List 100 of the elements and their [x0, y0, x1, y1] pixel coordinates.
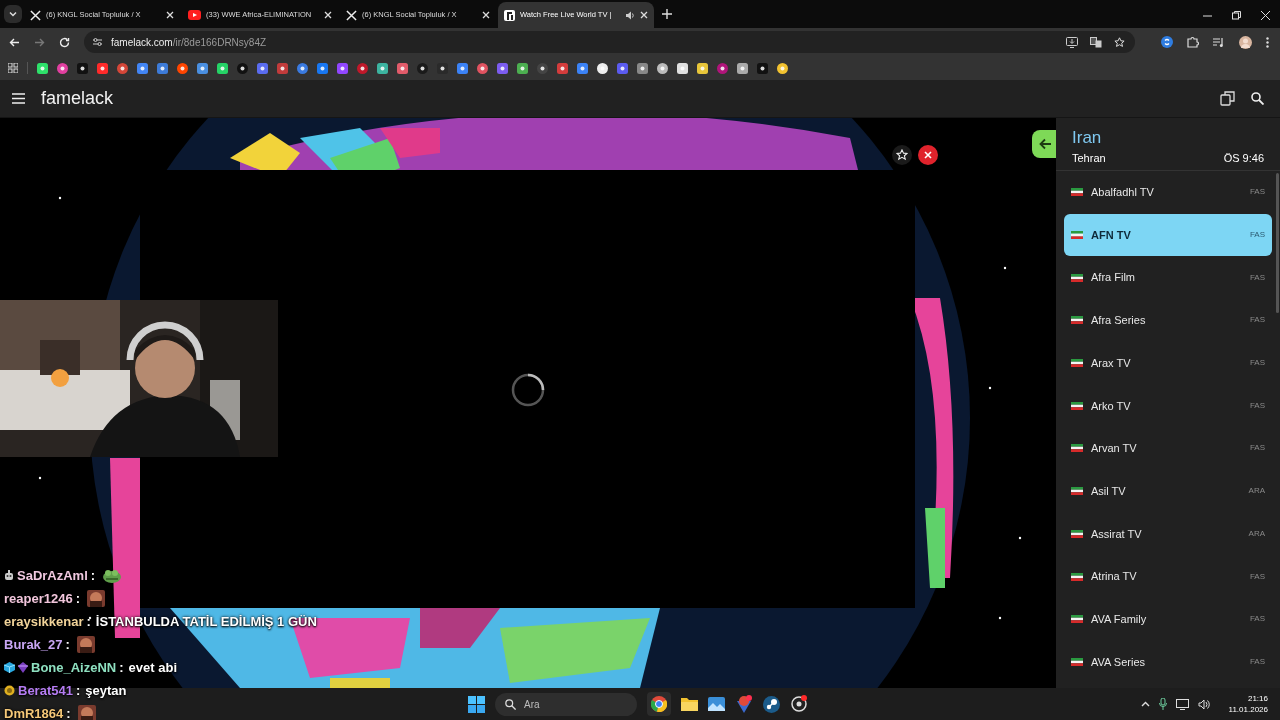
site-settings-icon[interactable]	[92, 37, 103, 47]
search-placeholder: Ara	[524, 697, 540, 712]
bookmark-icon[interactable]	[277, 62, 288, 74]
bookmark-icon[interactable]	[257, 62, 268, 74]
bookmark-icon[interactable]	[237, 62, 248, 74]
channel-item[interactable]: Afra Series FAS	[1064, 299, 1272, 342]
channel-name: Afra Film	[1091, 270, 1136, 286]
network-icon[interactable]	[1175, 698, 1189, 710]
bookmark-icon[interactable]	[417, 62, 428, 74]
flag-icon	[1071, 572, 1083, 581]
bookmark-icon[interactable]	[717, 62, 728, 74]
flag-icon	[1071, 615, 1083, 624]
plus-icon[interactable]	[662, 9, 672, 19]
channel-item[interactable]: Assirat TV ARA	[1064, 512, 1272, 556]
bookmark-icon[interactable]	[37, 62, 48, 74]
bookmark-icon[interactable]	[777, 62, 788, 74]
s-extension-icon[interactable]	[1161, 36, 1173, 48]
channel-name: Asil TV	[1091, 483, 1127, 499]
folder-icon[interactable]	[681, 697, 698, 711]
chevron-up-icon[interactable]	[1140, 701, 1150, 707]
bookmark-icon[interactable]	[77, 62, 88, 74]
bookmark-icon[interactable]	[617, 62, 628, 74]
star-icon[interactable]	[1114, 36, 1125, 48]
map-pin-app-icon[interactable]	[735, 695, 753, 713]
close-icon[interactable]	[1261, 11, 1270, 20]
bookmark-icon[interactable]	[397, 62, 408, 74]
windows-start-icon[interactable]	[468, 695, 485, 713]
bookmark-icon[interactable]	[437, 62, 448, 74]
bookmark-icon[interactable]	[657, 62, 668, 74]
channel-item[interactable]: Arvan TV FAS	[1064, 427, 1272, 470]
bookmark-icon[interactable]	[137, 62, 148, 74]
address-bar[interactable]: famelack.com/ir/8de166DRNsy84Z	[84, 31, 1135, 53]
play-logo-icon	[188, 10, 201, 20]
recording-app-icon[interactable]	[790, 695, 808, 713]
bookmark-icon[interactable]	[157, 62, 168, 74]
avatar-icon[interactable]	[1239, 35, 1252, 49]
bookmark-icon[interactable]	[57, 62, 68, 74]
channel-item[interactable]: Arko TV FAS	[1064, 384, 1272, 428]
bookmark-icon[interactable]	[357, 62, 368, 74]
close-icon[interactable]	[166, 11, 174, 19]
channel-item[interactable]: AVA Family FAS	[1064, 597, 1272, 641]
channel-item[interactable]: AVA Series FAS	[1064, 640, 1272, 684]
bookmark-icon[interactable]	[177, 62, 188, 74]
close-icon[interactable]	[324, 11, 332, 19]
puzzle-icon[interactable]	[1187, 36, 1199, 48]
bookmark-icon[interactable]	[537, 62, 548, 74]
install-app-icon[interactable]	[1066, 36, 1078, 48]
flag-icon	[1071, 316, 1083, 325]
bookmark-icon[interactable]	[577, 62, 588, 74]
bookmark-icon[interactable]	[517, 62, 528, 74]
taskbar-app[interactable]	[647, 692, 671, 716]
taskbar-search-field[interactable]: Ara	[495, 692, 637, 716]
restore-icon[interactable]	[1232, 11, 1241, 20]
bookmark-icon[interactable]	[677, 62, 688, 74]
search-icon[interactable]	[1251, 92, 1264, 105]
bookmark-icon[interactable]	[637, 62, 648, 74]
more-menu-icon[interactable]	[1266, 36, 1269, 48]
volume-icon[interactable]	[1197, 698, 1210, 710]
bookmark-icon[interactable]	[317, 62, 328, 74]
close-icon[interactable]	[482, 11, 490, 19]
bookmark-icon[interactable]	[97, 62, 108, 74]
bookmark-icon[interactable]	[737, 62, 748, 74]
bookmark-icon[interactable]	[217, 62, 228, 74]
tab-list-button[interactable]	[4, 5, 22, 23]
bookmark-icon[interactable]	[497, 62, 508, 74]
translate-icon[interactable]	[1090, 36, 1102, 48]
globe-shuffle-icon[interactable]	[1220, 91, 1235, 106]
channel-item[interactable]: Arax TV FAS	[1064, 341, 1272, 385]
channel-item[interactable]: Atrina TV FAS	[1064, 555, 1272, 598]
bookmark-icon[interactable]	[377, 62, 388, 74]
photos-icon[interactable]	[708, 697, 725, 711]
chrome-icon	[651, 696, 667, 712]
channel-name: AFN TV	[1091, 227, 1132, 243]
speaker-icon[interactable]	[625, 10, 635, 20]
channel-item[interactable]: Abalfadhl TV FAS	[1064, 171, 1272, 214]
bookmark-icon[interactable]	[117, 62, 128, 74]
bookmark-icon[interactable]	[197, 62, 208, 74]
back-arrow-icon[interactable]	[9, 36, 20, 48]
menu-icon[interactable]	[12, 93, 25, 104]
reload-icon[interactable]	[59, 36, 70, 48]
channel-item[interactable]: Asil TV ARA	[1064, 469, 1272, 513]
bookmark-icon[interactable]	[297, 62, 308, 74]
channel-item[interactable]: AFN TV FAS	[1064, 213, 1272, 257]
bookmark-icon[interactable]	[337, 62, 348, 74]
microphone-icon[interactable]	[1158, 698, 1167, 710]
steam-icon[interactable]	[763, 695, 780, 713]
bookmark-icon[interactable]	[597, 62, 608, 74]
bookmark-icon[interactable]	[457, 62, 468, 74]
forward-arrow-icon[interactable]	[34, 36, 45, 48]
apps-grid-icon[interactable]	[8, 63, 18, 73]
bookmark-icon[interactable]	[697, 62, 708, 74]
bookmark-icon[interactable]	[477, 62, 488, 74]
bookmark-icon[interactable]	[557, 62, 568, 74]
country-name: Iran	[1072, 128, 1103, 148]
bookmark-icon[interactable]	[757, 62, 768, 74]
scrollbar-thumb[interactable]	[1276, 173, 1279, 313]
channel-item[interactable]: Afra Film FAS	[1064, 256, 1272, 300]
media-queue-icon[interactable]	[1213, 36, 1225, 48]
channel-language: FAS	[1249, 570, 1265, 583]
close-icon[interactable]	[640, 11, 648, 19]
